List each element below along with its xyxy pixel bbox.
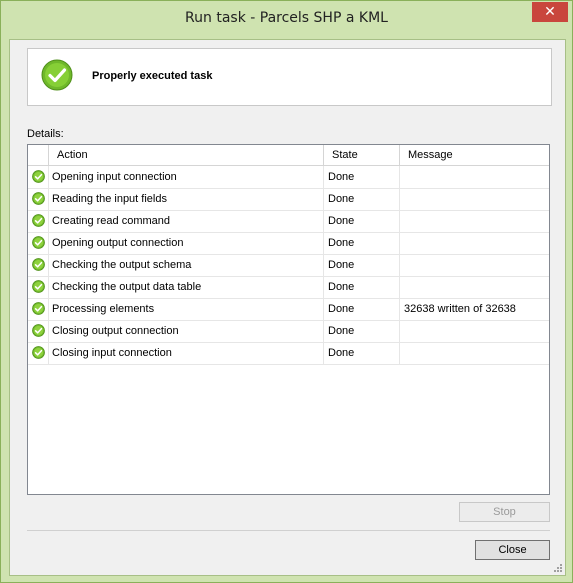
message-cell bbox=[400, 166, 549, 188]
state-cell: Done bbox=[324, 320, 400, 342]
message-cell bbox=[400, 342, 549, 364]
action-cell: Creating read command bbox=[49, 210, 324, 232]
row-icon-cell bbox=[28, 298, 49, 320]
close-window-icon[interactable]: ✕ bbox=[532, 2, 568, 22]
row-icon-cell bbox=[28, 232, 49, 254]
state-cell: Done bbox=[324, 166, 400, 188]
window-title: Run task - Parcels SHP a KML bbox=[185, 10, 388, 26]
table-row[interactable]: Processing elements Done 32638 written of … bbox=[28, 298, 549, 321]
details-table[interactable]: Action State Message Opening input conne… bbox=[27, 144, 550, 495]
message-cell bbox=[400, 254, 549, 276]
resize-grip-icon[interactable] bbox=[552, 562, 562, 572]
table-row[interactable]: Creating read command Done bbox=[28, 210, 549, 233]
check-circle-icon bbox=[32, 346, 45, 359]
check-circle-icon bbox=[41, 59, 73, 91]
status-panel: Properly executed task bbox=[27, 48, 552, 106]
run-task-window: Run task - Parcels SHP a KML ✕ Properly … bbox=[0, 0, 573, 583]
divider bbox=[27, 530, 550, 531]
column-header-message[interactable]: Message bbox=[400, 145, 549, 165]
check-circle-icon bbox=[32, 214, 45, 227]
message-cell bbox=[400, 232, 549, 254]
row-icon-cell bbox=[28, 254, 49, 276]
check-circle-icon bbox=[32, 192, 45, 205]
table-row[interactable]: Checking the output schema Done bbox=[28, 254, 549, 277]
message-cell bbox=[400, 276, 549, 298]
row-icon-cell bbox=[28, 166, 49, 188]
action-cell: Opening input connection bbox=[49, 166, 324, 188]
check-circle-icon bbox=[32, 302, 45, 315]
icon-column-header[interactable] bbox=[28, 145, 49, 165]
row-icon-cell bbox=[28, 188, 49, 210]
state-cell: Done bbox=[324, 254, 400, 276]
message-cell bbox=[400, 210, 549, 232]
close-button[interactable]: Close bbox=[475, 540, 550, 560]
table-row[interactable]: Reading the input fields Done bbox=[28, 188, 549, 211]
state-cell: Done bbox=[324, 298, 400, 320]
check-circle-icon bbox=[32, 236, 45, 249]
table-row[interactable]: Opening input connection Done bbox=[28, 166, 549, 189]
stop-button[interactable]: Stop bbox=[459, 502, 550, 522]
dialog-body: Properly executed task Details: Action S… bbox=[9, 39, 566, 576]
state-cell: Done bbox=[324, 210, 400, 232]
table-row[interactable]: Opening output connection Done bbox=[28, 232, 549, 255]
table-row[interactable]: Closing input connection Done bbox=[28, 342, 549, 365]
status-message: Properly executed task bbox=[92, 70, 213, 82]
action-cell: Opening output connection bbox=[49, 232, 324, 254]
action-cell: Closing input connection bbox=[49, 342, 324, 364]
state-cell: Done bbox=[324, 342, 400, 364]
row-icon-cell bbox=[28, 320, 49, 342]
action-cell: Checking the output schema bbox=[49, 254, 324, 276]
state-cell: Done bbox=[324, 276, 400, 298]
check-circle-icon bbox=[32, 324, 45, 337]
message-cell bbox=[400, 320, 549, 342]
table-header: Action State Message bbox=[28, 145, 549, 166]
details-label: Details: bbox=[27, 128, 64, 140]
message-cell bbox=[400, 188, 549, 210]
table-row[interactable]: Closing output connection Done bbox=[28, 320, 549, 343]
state-cell: Done bbox=[324, 188, 400, 210]
column-header-state[interactable]: State bbox=[324, 145, 400, 165]
title-bar[interactable]: Run task - Parcels SHP a KML ✕ bbox=[1, 1, 572, 39]
column-header-action[interactable]: Action bbox=[49, 145, 324, 165]
check-circle-icon bbox=[32, 258, 45, 271]
row-icon-cell bbox=[28, 342, 49, 364]
action-cell: Processing elements bbox=[49, 298, 324, 320]
state-cell: Done bbox=[324, 232, 400, 254]
action-cell: Checking the output data table bbox=[49, 276, 324, 298]
check-circle-icon bbox=[32, 280, 45, 293]
table-row[interactable]: Checking the output data table Done bbox=[28, 276, 549, 299]
row-icon-cell bbox=[28, 210, 49, 232]
action-cell: Closing output connection bbox=[49, 320, 324, 342]
message-cell: 32638 written of 32638 bbox=[400, 298, 549, 320]
check-circle-icon bbox=[32, 170, 45, 183]
row-icon-cell bbox=[28, 276, 49, 298]
action-cell: Reading the input fields bbox=[49, 188, 324, 210]
